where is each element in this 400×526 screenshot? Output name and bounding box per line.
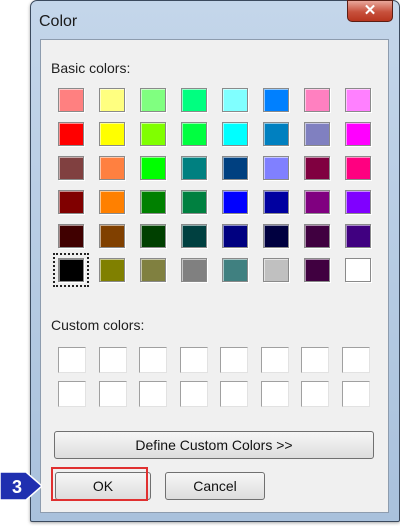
basic-color-swatch[interactable] [304,156,330,180]
basic-color-swatch[interactable] [222,190,248,214]
define-custom-colors-button[interactable]: Define Custom Colors >> [54,431,374,459]
custom-color-swatch[interactable] [341,381,370,407]
basic-color-swatch[interactable] [263,190,289,214]
ok-button-highlight [51,467,148,501]
custom-color-swatch[interactable] [260,347,289,373]
basic-color-swatch[interactable] [304,258,330,282]
basic-color-swatch[interactable] [345,88,371,112]
basic-color-swatch[interactable] [304,88,330,112]
dialog-title: Color [39,13,78,30]
basic-color-swatch[interactable] [222,122,248,146]
custom-color-swatch[interactable] [98,347,127,373]
basic-colors-label: Basic colors: [51,60,131,76]
basic-color-swatch[interactable] [58,122,84,146]
custom-color-swatch[interactable] [341,347,370,373]
basic-color-swatch[interactable] [263,224,289,248]
basic-color-swatch[interactable] [140,156,166,180]
basic-color-swatch[interactable] [263,156,289,180]
basic-color-swatch[interactable] [263,122,289,146]
basic-color-swatch[interactable] [99,258,125,282]
basic-color-swatch[interactable] [181,224,207,248]
basic-color-swatch[interactable] [140,88,166,112]
basic-color-swatch[interactable] [140,190,166,214]
step-badge: 3 [0,472,42,500]
basic-color-swatch[interactable] [140,258,166,282]
basic-color-swatch[interactable] [99,156,125,180]
custom-color-swatch[interactable] [139,381,167,407]
basic-color-swatch[interactable] [222,258,248,282]
custom-color-swatch[interactable] [58,381,86,407]
basic-color-swatch[interactable] [140,224,166,248]
basic-color-swatch[interactable] [181,156,207,180]
basic-color-swatch[interactable] [263,88,289,112]
custom-color-swatch[interactable] [179,347,208,373]
basic-color-swatch[interactable] [181,122,207,146]
basic-color-swatch[interactable] [222,156,248,180]
cancel-button[interactable]: Cancel [165,472,265,500]
custom-color-swatch[interactable] [301,347,329,373]
close-button[interactable]: ✕ [347,0,393,22]
basic-color-swatch[interactable] [222,88,248,112]
basic-color-swatch[interactable] [304,122,330,146]
basic-color-swatch[interactable] [99,224,125,248]
basic-color-swatch[interactable] [304,190,330,214]
basic-color-swatch[interactable] [345,258,371,282]
custom-color-swatch[interactable] [301,381,329,407]
step-badge-number: 3 [12,477,22,497]
custom-color-swatch[interactable] [220,347,248,373]
basic-color-swatch[interactable] [345,122,371,146]
custom-color-swatch[interactable] [220,381,248,407]
basic-color-swatch[interactable] [99,122,125,146]
custom-color-swatch[interactable] [260,381,289,407]
basic-color-swatch[interactable] [53,253,89,287]
basic-color-swatch[interactable] [304,224,330,248]
basic-color-swatch[interactable] [181,190,207,214]
basic-color-swatch[interactable] [345,224,371,248]
basic-color-swatch[interactable] [345,190,371,214]
custom-color-swatch[interactable] [179,381,208,407]
basic-color-swatch[interactable] [140,122,166,146]
basic-color-swatch[interactable] [58,156,84,180]
custom-colors-label: Custom colors: [51,317,145,333]
basic-color-swatch[interactable] [181,88,207,112]
basic-color-swatch[interactable] [345,156,371,180]
basic-color-swatch[interactable] [181,258,207,282]
custom-color-swatch[interactable] [139,347,167,373]
custom-color-swatch[interactable] [58,347,86,373]
custom-color-swatch[interactable] [98,381,127,407]
color-dialog-window: Color ✕ Basic colors: Custom colors: Def… [30,0,400,522]
dialog-client-area: Basic colors: Custom colors: Define Cust… [40,39,389,513]
basic-color-swatch[interactable] [99,190,125,214]
basic-color-swatch[interactable] [58,224,84,248]
basic-color-swatch[interactable] [263,258,289,282]
close-icon: ✕ [363,2,377,19]
basic-color-swatch[interactable] [58,88,84,112]
basic-color-swatch[interactable] [222,224,248,248]
basic-color-swatch[interactable] [99,88,125,112]
basic-color-swatch[interactable] [58,190,84,214]
